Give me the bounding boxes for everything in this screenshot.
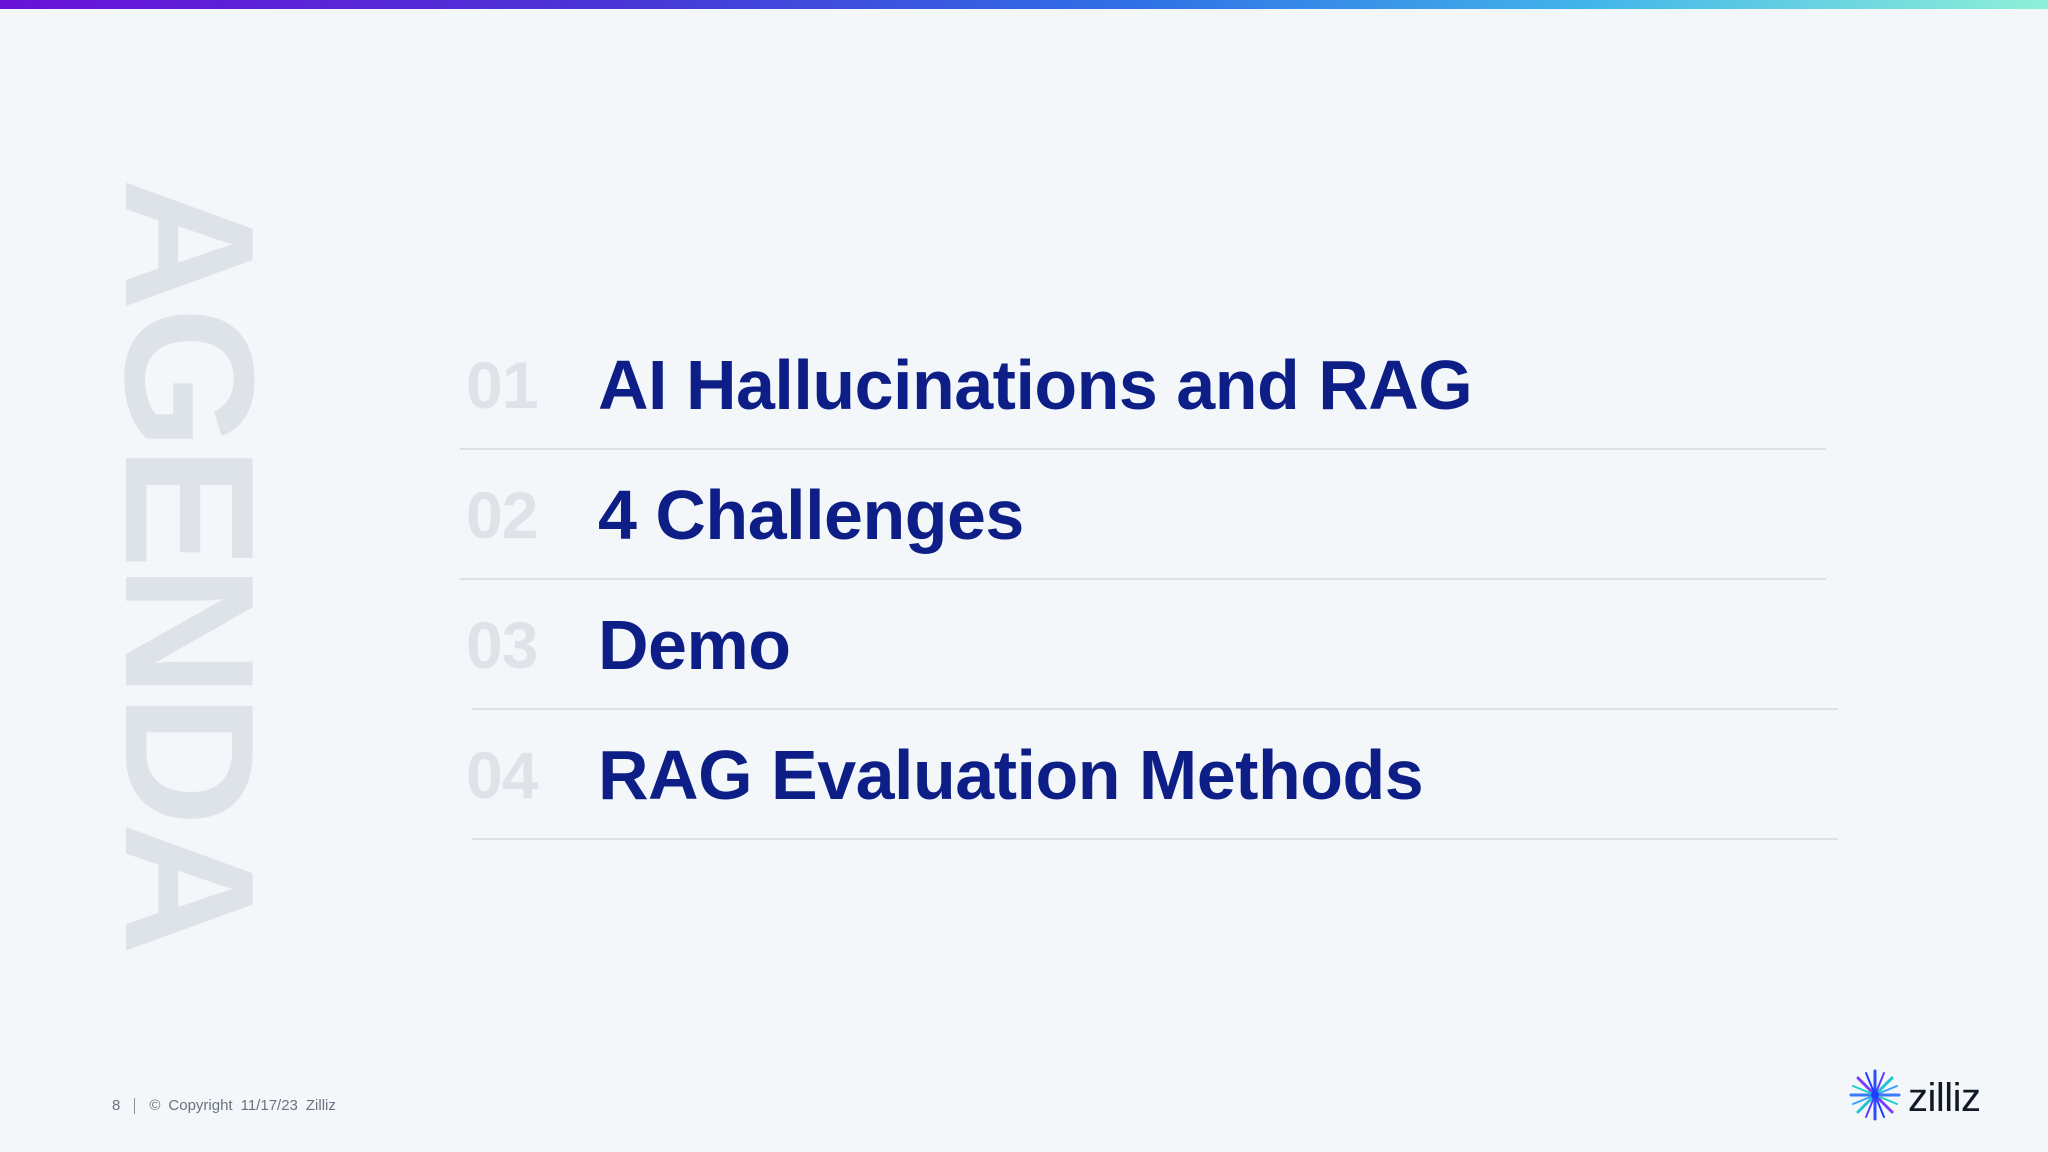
agenda-item-title: RAG Evaluation Methods (598, 736, 1424, 814)
copyright-label: Copyright (168, 1097, 233, 1114)
agenda-watermark: AGENDA (120, 178, 260, 968)
agenda-item-4[interactable]: 04 RAG Evaluation Methods (460, 710, 1840, 840)
copyright-notice: © Copyright 11/17/23 Zilliz (149, 1097, 336, 1114)
top-gradient-bar (0, 0, 2048, 9)
agenda-item-number: 01 (466, 348, 538, 422)
footer-divider (134, 1097, 136, 1114)
starburst-icon (1848, 1068, 1902, 1127)
agenda-item-number: 03 (466, 608, 538, 682)
agenda-item-title: AI Hallucinations and RAG (598, 346, 1473, 424)
logo-text: zilliz (1908, 1075, 1981, 1120)
agenda-item-number: 02 (466, 478, 538, 552)
page-number: 8 (112, 1097, 121, 1114)
agenda-item-title: Demo (598, 606, 791, 684)
slide-footer: 8 © Copyright 11/17/23 Zilliz (112, 1097, 336, 1114)
copyright-date: 11/17/23 (240, 1097, 298, 1114)
copyright-company: Zilliz (305, 1097, 336, 1114)
agenda-item-1[interactable]: 01 AI Hallucinations and RAG (460, 320, 1840, 450)
agenda-item-number: 04 (466, 738, 538, 812)
agenda-list: 01 AI Hallucinations and RAG 02 4 Challe… (460, 320, 1840, 840)
agenda-watermark-text: AGENDA (120, 178, 260, 952)
agenda-item-title: 4 Challenges (598, 476, 1024, 554)
agenda-item-2[interactable]: 02 4 Challenges (460, 450, 1840, 580)
zilliz-logo: zilliz (1848, 1068, 1981, 1127)
agenda-item-3[interactable]: 03 Demo (460, 580, 1840, 710)
copyright-icon: © (149, 1097, 161, 1114)
